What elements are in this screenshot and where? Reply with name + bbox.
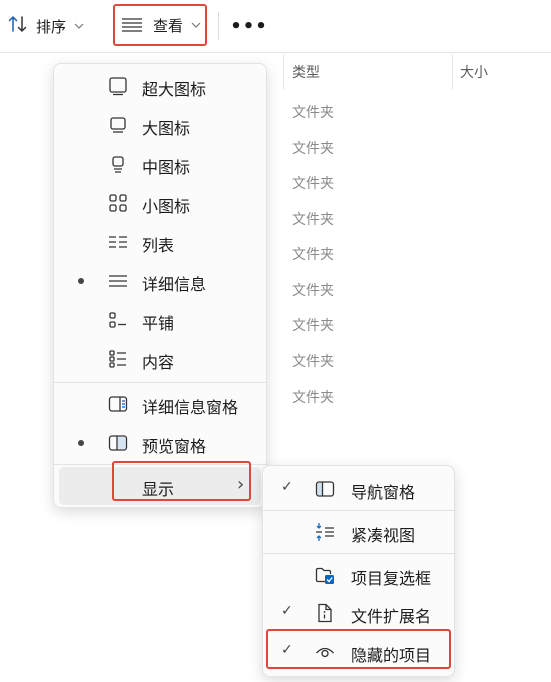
submenu-item-label: 紧凑视图 xyxy=(351,526,416,545)
selected-bullet-icon xyxy=(78,440,84,446)
file-row-type: 文件夹 xyxy=(292,283,334,299)
file-row-type: 文件夹 xyxy=(292,354,334,370)
menu-item-details[interactable]: 详细信息 xyxy=(54,262,266,300)
file-row-type: 文件夹 xyxy=(292,212,334,228)
menu-item-label: 预览窗格 xyxy=(142,437,207,456)
menu-item-extra-large-icons[interactable]: 超大图标 xyxy=(54,67,266,105)
view-label: 查看 xyxy=(153,16,184,35)
menu-separator xyxy=(263,553,454,554)
menu-item-label: 平铺 xyxy=(142,314,175,333)
show-highlight-frame xyxy=(112,461,251,501)
menu-item-label: 详细信息窗格 xyxy=(142,398,239,417)
compact-view-icon xyxy=(316,523,334,541)
details-view-icon xyxy=(109,275,127,287)
chevron-down-icon xyxy=(74,21,84,32)
item-checkbox-icon xyxy=(315,567,334,584)
file-row-type: 文件夹 xyxy=(292,247,334,263)
menu-item-tiles[interactable]: 平铺 xyxy=(54,301,266,339)
submenu-item-label: 项目复选框 xyxy=(351,569,432,588)
file-row-type: 文件夹 xyxy=(292,105,334,121)
column-divider[interactable] xyxy=(452,54,453,90)
sort-label: 排序 xyxy=(36,17,67,36)
sort-button[interactable]: 排序 xyxy=(8,10,84,42)
menu-item-label: 超大图标 xyxy=(142,80,207,99)
submenu-item-file-extensions[interactable]: ✓ 文件扩展名 xyxy=(263,594,454,632)
monitor-medium-icon xyxy=(112,156,124,173)
more-options-button[interactable]: ••• xyxy=(230,12,267,40)
menu-item-label: 小图标 xyxy=(142,197,191,216)
menu-separator xyxy=(54,382,266,383)
menu-item-label: 内容 xyxy=(142,353,175,372)
list-view-icon xyxy=(109,236,127,248)
view-button[interactable]: 查看 xyxy=(113,4,207,46)
more-icon: ••• xyxy=(230,15,268,37)
column-header-type[interactable]: 类型 xyxy=(292,62,320,82)
file-extension-icon xyxy=(318,603,332,623)
menu-item-content[interactable]: 内容 xyxy=(54,340,266,378)
submenu-item-compact-view[interactable]: 紧凑视图 xyxy=(263,513,454,551)
file-row-type: 文件夹 xyxy=(292,318,334,334)
file-row-type: 文件夹 xyxy=(292,176,334,192)
menu-item-preview-pane[interactable]: 预览窗格 xyxy=(54,424,266,462)
submenu-item-item-checkboxes[interactable]: 项目复选框 xyxy=(263,556,454,594)
file-row-type: 文件夹 xyxy=(292,141,334,157)
menu-item-list[interactable]: 列表 xyxy=(54,223,266,261)
tiles-view-icon xyxy=(109,312,126,328)
content-view-icon xyxy=(109,350,126,368)
view-dropdown-menu: 超大图标 大图标 中图标 小图标 列表 详细信息 平铺 内容 详细信息窗格 预览… xyxy=(53,63,267,508)
submenu-item-navigation-pane[interactable]: ✓ 导航窗格 xyxy=(263,470,454,508)
monitor-large-icon xyxy=(110,117,126,133)
column-header-size[interactable]: 大小 xyxy=(460,62,488,82)
checkmark-icon: ✓ xyxy=(281,603,293,619)
toolbar-divider xyxy=(218,12,219,40)
menu-item-details-pane[interactable]: 详细信息窗格 xyxy=(54,385,266,423)
checkmark-icon: ✓ xyxy=(281,479,293,495)
monitor-xl-icon xyxy=(109,77,127,96)
menu-item-label: 列表 xyxy=(142,236,175,255)
details-pane-icon xyxy=(108,396,128,412)
navigation-pane-icon xyxy=(315,481,335,497)
menu-separator xyxy=(263,510,454,511)
small-icons-grid-icon xyxy=(109,194,127,212)
menu-item-medium-icons[interactable]: 中图标 xyxy=(54,145,266,183)
sort-arrows-icon xyxy=(8,15,28,37)
command-bar: 排序 查看 ••• xyxy=(0,0,551,53)
column-divider[interactable] xyxy=(283,54,284,90)
file-row-type: 文件夹 xyxy=(292,390,334,406)
submenu-item-label: 导航窗格 xyxy=(351,483,416,502)
menu-item-label: 中图标 xyxy=(142,158,191,177)
menu-item-small-icons[interactable]: 小图标 xyxy=(54,184,266,222)
chevron-down-icon xyxy=(191,20,201,31)
hidden-items-highlight-frame xyxy=(266,629,451,669)
menu-item-label: 大图标 xyxy=(142,119,191,138)
menu-item-label: 详细信息 xyxy=(142,275,207,294)
preview-pane-icon xyxy=(108,435,128,451)
selected-bullet-icon xyxy=(78,278,84,284)
submenu-item-label: 文件扩展名 xyxy=(351,607,432,626)
details-lines-icon xyxy=(121,17,143,33)
menu-item-large-icons[interactable]: 大图标 xyxy=(54,106,266,144)
